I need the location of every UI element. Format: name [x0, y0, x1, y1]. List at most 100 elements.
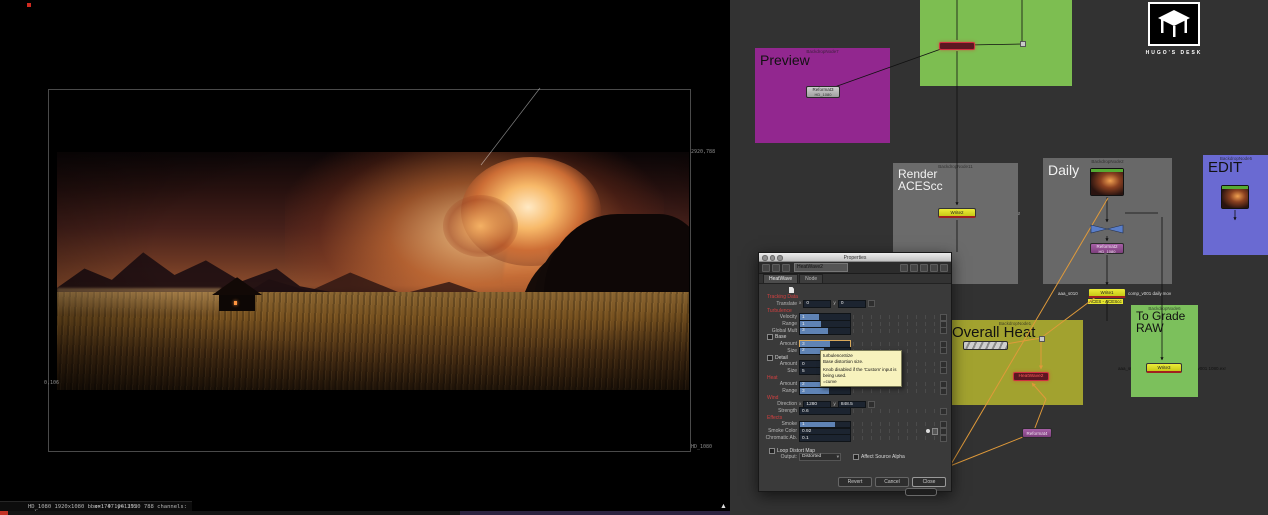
range-slider[interactable]	[853, 321, 938, 326]
panel-toolbar: HeatWave2	[759, 262, 951, 274]
node-daily-reformat[interactable]: Reformat2 HD_1080	[1090, 243, 1124, 254]
backdrop-title: Preview	[760, 52, 810, 68]
strength-field[interactable]: 0.6	[799, 407, 851, 415]
backdrop-title: Overall Heat	[952, 324, 1036, 341]
panel-title-bar[interactable]: Properties	[759, 253, 951, 262]
velocity-slider[interactable]	[853, 315, 938, 320]
float-panel-icon[interactable]	[920, 263, 928, 272]
node-daily-switch[interactable]	[1090, 224, 1124, 234]
properties-panel[interactable]: Properties HeatWave2 HeatWave Node Track…	[758, 252, 952, 492]
section-effects: Effects	[767, 414, 783, 421]
heat-range-field[interactable]: 3	[799, 387, 851, 395]
node-render-write[interactable]: Write2	[938, 208, 976, 218]
page-icon[interactable]	[789, 287, 794, 293]
global-mult-slider[interactable]	[853, 328, 938, 333]
viewer-image	[57, 152, 689, 390]
loop-distort-checkbox[interactable]	[769, 447, 775, 454]
timeline-range	[460, 511, 730, 515]
table-icon	[1158, 10, 1190, 37]
logo-box	[1148, 2, 1200, 46]
close-panel-icon[interactable]	[940, 263, 948, 272]
tab-node[interactable]: Node	[799, 274, 824, 283]
translate-y-field[interactable]: 0	[837, 300, 866, 308]
knob-row-chromatic: Chromatic Ab. 0.1	[761, 434, 947, 442]
swatch-icon[interactable]	[900, 263, 908, 272]
chevron-down-icon: ▾	[836, 453, 839, 459]
help-icon[interactable]	[930, 263, 938, 272]
node-heatwave[interactable]: HeatWave2	[1013, 372, 1049, 381]
node-preview-reformat[interactable]: Reformat3 HD_1080	[806, 86, 840, 98]
cancel-button[interactable]: Cancel	[875, 477, 909, 487]
section-tracking-data: Tracking Data	[767, 294, 798, 301]
animation-menu-icon[interactable]	[940, 347, 947, 355]
node-selected-top[interactable]	[939, 42, 975, 50]
timeline-playhead-icon[interactable]: ▲	[720, 503, 727, 510]
section-turbulence: Turbulence	[767, 307, 792, 314]
node-gray-strip[interactable]	[963, 341, 1008, 350]
node-side-text: aaa_s010	[1058, 291, 1078, 296]
node-bottom-reformat[interactable]: Reformat4	[1022, 428, 1052, 438]
translate-x-field[interactable]: 0	[803, 300, 832, 308]
node-colorspace-tag: ACES - ACEScc	[1088, 299, 1123, 305]
panel-footer: Revert Cancel Close	[838, 477, 946, 487]
smoke-color-slider[interactable]	[853, 429, 924, 434]
revert-button[interactable]: Revert	[838, 477, 872, 487]
backdrop-title: Daily	[1048, 162, 1080, 178]
knob-row-strength: Strength 0.6	[761, 407, 947, 415]
smoke-slider[interactable]	[853, 422, 938, 427]
backdrop-title: To Grade RAW	[1136, 309, 1186, 336]
base-checkbox[interactable]	[767, 334, 773, 341]
node-grade-write[interactable]: Write3	[1146, 363, 1182, 373]
detail-checkbox[interactable]	[767, 354, 773, 361]
affect-alpha-checkbox[interactable]	[853, 454, 859, 461]
dot-node[interactable]	[1039, 336, 1045, 342]
bbox-coord-label: 0,106	[44, 380, 60, 386]
color-wheel-icon[interactable]	[925, 429, 930, 434]
format-label: HD_1080	[691, 444, 713, 450]
global-mult-field[interactable]: 3	[799, 327, 851, 335]
node-daily-read[interactable]	[1090, 168, 1124, 196]
panel-grip[interactable]	[905, 488, 937, 496]
animation-menu-icon[interactable]	[867, 400, 875, 408]
knob-row-direction: Direction x 1280 y 848.5	[761, 400, 947, 409]
backdrop-overall-heat[interactable]: BackdropNode1 Overall Heat	[947, 320, 1083, 405]
animation-menu-icon[interactable]	[867, 300, 875, 308]
close-button[interactable]: Close	[912, 477, 946, 487]
tab-heatwave[interactable]: HeatWave	[763, 274, 799, 283]
base-amount-slider[interactable]	[853, 342, 938, 347]
timeline-cached-range	[0, 511, 8, 515]
knob-row-output: Output: Distorted ▾ Affect Source Alpha	[780, 453, 905, 462]
knob-row-velocity: Velocity 1	[761, 313, 947, 321]
panel-title: Properties	[843, 254, 867, 261]
bbox-coord-label: 2920,788	[691, 149, 716, 155]
heat-range-slider[interactable]	[853, 389, 938, 394]
nuke-workspace: 2920,788 0,106 HD_1080 HD_1080 1920x1080…	[0, 0, 1268, 515]
strength-slider[interactable]	[853, 409, 938, 414]
animation-menu-icon[interactable]	[940, 434, 947, 442]
node-daily-write[interactable]: Write1	[1088, 288, 1126, 298]
viewer-timeline-strip[interactable]	[0, 511, 730, 515]
backdrop-to-grade-raw[interactable]: BackdropNode6 To Grade RAW	[1131, 305, 1198, 397]
color-swatch-icon[interactable]	[931, 428, 938, 435]
output-dropdown[interactable]: Distorted ▾	[799, 453, 841, 462]
postage-stamp-icon[interactable]	[772, 263, 780, 272]
knob-row-smoke: Smoke 1	[761, 420, 947, 429]
center-in-viewer-icon[interactable]	[910, 263, 918, 272]
node-color-icon[interactable]	[762, 263, 770, 272]
knob-row-heat-range: Range 3	[761, 387, 947, 395]
node-edit-read[interactable]	[1221, 185, 1249, 209]
chromatic-field[interactable]: 0.1	[799, 434, 851, 442]
dot-node[interactable]	[1020, 41, 1026, 47]
node-name-field[interactable]: HeatWave2	[794, 263, 848, 272]
logo-text: HUGO'S DESK	[1145, 50, 1203, 56]
animation-menu-icon[interactable]	[940, 407, 947, 415]
section-wind: Wind	[767, 394, 779, 401]
viewer-cursor-coords: x=1747 y=1335	[94, 504, 138, 510]
hide-input-icon[interactable]	[782, 263, 790, 272]
viewer-pane: 2920,788 0,106 HD_1080 HD_1080 1920x1080…	[0, 0, 730, 515]
hugos-desk-logo: HUGO'S DESK	[1146, 2, 1200, 58]
animation-menu-icon[interactable]	[940, 327, 947, 335]
animation-menu-icon[interactable]	[940, 367, 947, 375]
animation-menu-icon[interactable]	[940, 387, 947, 395]
chromatic-slider[interactable]	[853, 436, 938, 441]
